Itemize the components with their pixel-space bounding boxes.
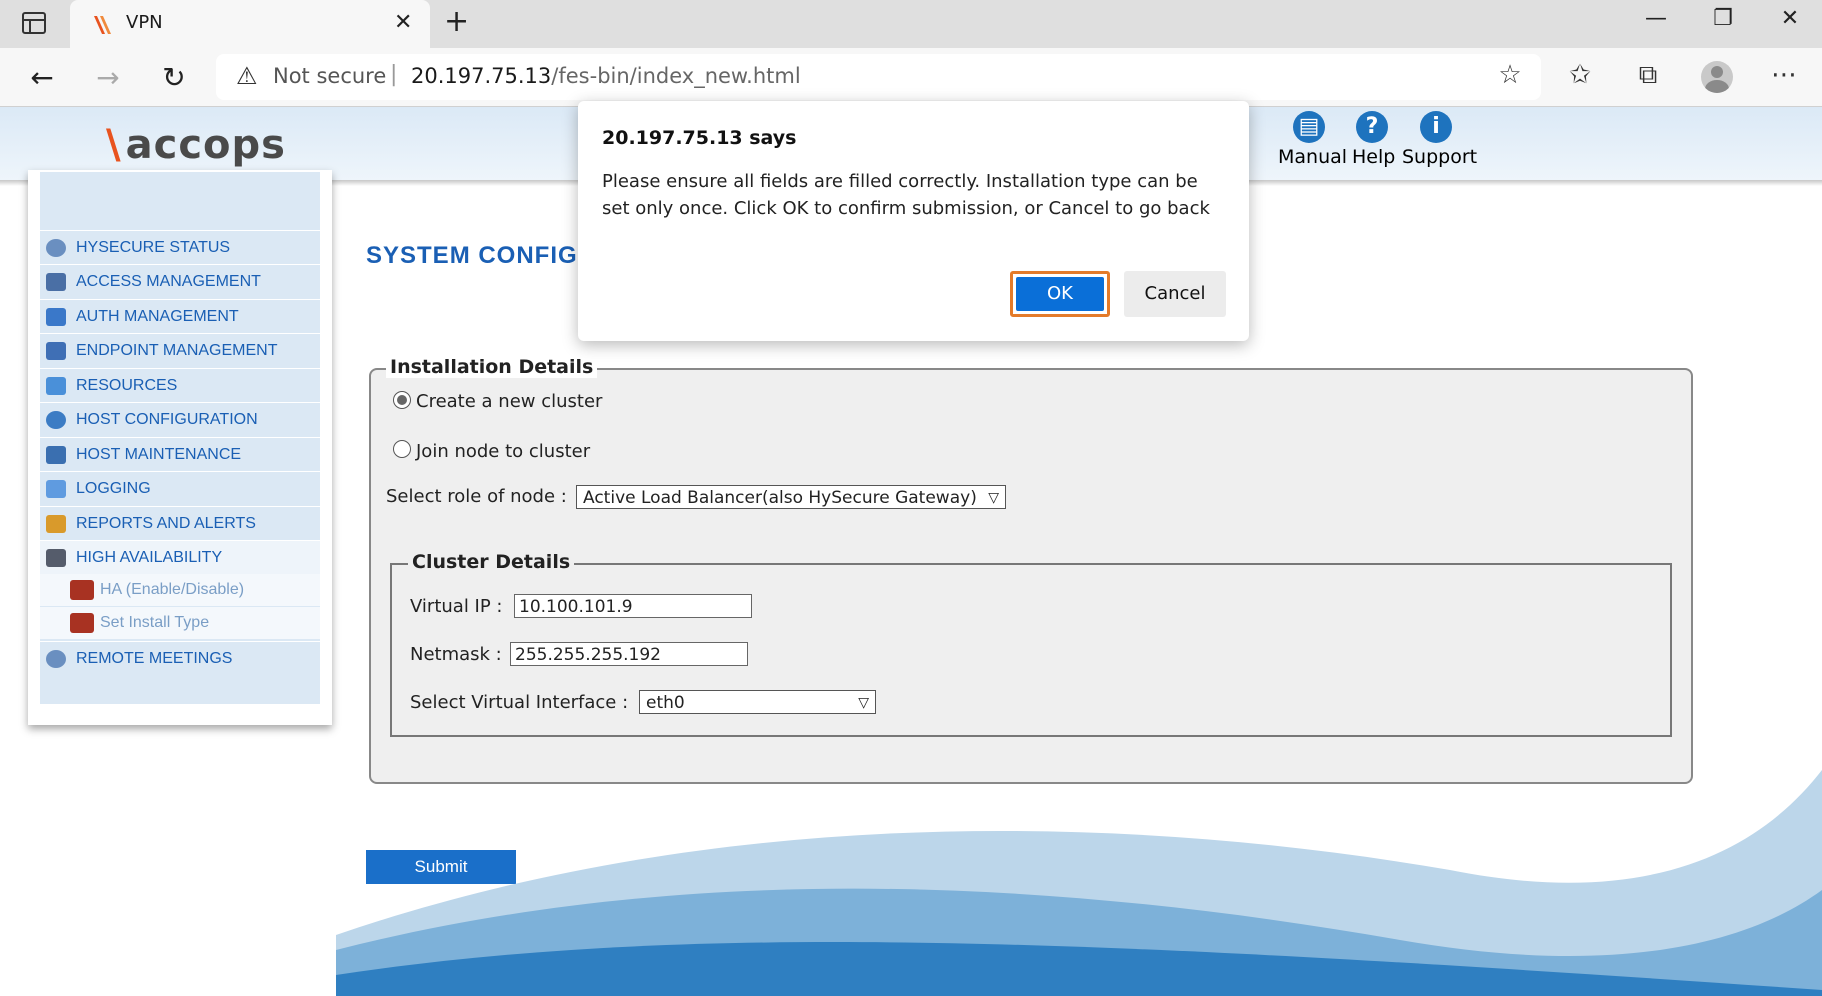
sidebar-item-logging[interactable]: LOGGING — [40, 471, 320, 506]
virtual-ip-input[interactable]: 10.100.101.9 — [514, 594, 752, 618]
sidebar-item-label: RESOURCES — [76, 377, 178, 394]
users-icon — [70, 580, 94, 600]
profile-icon[interactable] — [1701, 61, 1733, 93]
sidebar-item-host-maintenance[interactable]: HOST MAINTENANCE — [40, 437, 320, 472]
url-separator: | — [390, 62, 398, 87]
virtual-interface-value: eth0 — [646, 693, 685, 713]
tab-close-icon[interactable]: ✕ — [394, 10, 412, 35]
sidebar-item-label: LOGGING — [76, 480, 151, 497]
tab-title: VPN — [126, 12, 163, 33]
more-icon[interactable]: ⋯ — [1764, 60, 1804, 90]
sidebar-item-high-availability[interactable]: HIGH AVAILABILITY — [40, 540, 320, 575]
scale-icon — [46, 342, 66, 360]
chevron-down-icon: ▽ — [988, 490, 999, 506]
help-link[interactable]: Help — [1352, 146, 1395, 168]
accops-favicon-icon — [94, 16, 111, 34]
favorites-icon[interactable]: ✩ — [1560, 60, 1600, 90]
forward-icon[interactable]: → — [88, 58, 128, 98]
meetings-icon — [46, 650, 66, 668]
virtual-ip-label: Virtual IP : — [410, 596, 503, 617]
maximize-icon[interactable]: ❐ — [1703, 6, 1743, 31]
support-link[interactable]: Support — [1402, 146, 1477, 168]
minimize-icon[interactable]: — — [1636, 6, 1676, 31]
virtual-interface-select[interactable]: eth0 ▽ — [639, 690, 876, 714]
warning-icon[interactable]: ⚠ — [236, 62, 258, 90]
ok-button[interactable]: OK — [1010, 271, 1110, 317]
sidebar-item-label: HOST CONFIGURATION — [76, 411, 258, 428]
add-favorite-icon[interactable]: ☆ — [1490, 60, 1530, 90]
sidebar-item-remote-meetings[interactable]: REMOTE MEETINGS — [40, 641, 320, 676]
cluster-details-legend: Cluster Details — [408, 551, 575, 573]
sidebar-subitem-label: Set Install Type — [100, 614, 210, 631]
sidebar-item-label: HOST MAINTENANCE — [76, 446, 242, 463]
refresh-icon[interactable]: ↻ — [154, 58, 194, 98]
cancel-button[interactable]: Cancel — [1124, 271, 1226, 317]
status-icon — [46, 239, 66, 257]
sidebar-item-endpoint-management[interactable]: ENDPOINT MANAGEMENT — [40, 333, 320, 368]
help-icon[interactable]: ? — [1356, 111, 1388, 143]
netmask-label: Netmask : — [410, 644, 502, 665]
role-label: Select role of node : — [386, 486, 567, 507]
netmask-input[interactable]: 255.255.255.192 — [510, 642, 748, 666]
sidebar-subitem-ha-enable-disable[interactable]: HA (Enable/Disable) — [40, 574, 320, 606]
network-icon — [46, 549, 66, 567]
back-icon[interactable]: ← — [22, 58, 62, 98]
manual-icon[interactable]: ▤ — [1293, 111, 1325, 143]
sidebar-item-host-configuration[interactable]: HOST CONFIGURATION — [40, 402, 320, 437]
role-select[interactable]: Active Load Balancer(also HySecure Gatew… — [576, 485, 1006, 509]
manual-link[interactable]: Manual — [1278, 146, 1347, 168]
calendar-icon — [46, 480, 66, 498]
virtual-interface-label: Select Virtual Interface : — [410, 692, 629, 713]
sidebar-item-label: AUTH MANAGEMENT — [76, 308, 239, 325]
url-text[interactable]: 20.197.75.13/fes-bin/index_new.html — [411, 64, 801, 88]
join-cluster-label[interactable]: Join node to cluster — [416, 441, 590, 462]
window-close-icon[interactable]: ✕ — [1770, 6, 1810, 31]
lock-icon — [46, 308, 66, 326]
maintenance-icon — [46, 446, 66, 464]
access-icon — [46, 273, 66, 291]
bar-chart-icon — [46, 515, 66, 533]
background-waves — [336, 770, 1822, 996]
logo-text: accops — [125, 122, 286, 168]
join-cluster-radio[interactable] — [393, 440, 411, 458]
resources-icon — [46, 377, 66, 395]
tab-actions-icon[interactable] — [22, 12, 46, 34]
not-secure-label[interactable]: Not secure — [273, 64, 386, 88]
sidebar-item-auth-management[interactable]: AUTH MANAGEMENT — [40, 299, 320, 334]
sidebar-item-label: HIGH AVAILABILITY — [76, 549, 223, 566]
role-select-value: Active Load Balancer(also HySecure Gatew… — [583, 488, 977, 508]
sidebar-subitem-label: HA (Enable/Disable) — [100, 581, 245, 598]
ok-button-label[interactable]: OK — [1016, 277, 1104, 311]
dialog-title: 20.197.75.13 says — [602, 127, 797, 149]
installation-details-legend: Installation Details — [386, 356, 598, 378]
sidebar-item-hysecure-status[interactable]: HYSECURE STATUS — [40, 230, 320, 265]
dialog-message: Please ensure all fields are filled corr… — [602, 171, 1210, 219]
sidebar-item-label: REPORTS AND ALERTS — [76, 515, 256, 532]
sidebar-item-resources[interactable]: RESOURCES — [40, 368, 320, 403]
users-icon — [70, 613, 94, 633]
page-title: SYSTEM CONFIG — [366, 242, 578, 269]
sidebar-item-label: ENDPOINT MANAGEMENT — [76, 342, 278, 359]
logo-mark-icon: \ — [106, 122, 122, 168]
sidebar-item-label: HYSECURE STATUS — [76, 239, 231, 256]
new-tab-icon[interactable]: + — [444, 4, 469, 39]
url-path: /fes-bin/index_new.html — [551, 64, 801, 88]
info-icon[interactable]: i — [1420, 111, 1452, 143]
sidebar-item-access-management[interactable]: ACCESS MANAGEMENT — [40, 264, 320, 299]
create-cluster-label[interactable]: Create a new cluster — [416, 391, 602, 412]
sidebar-item-reports-and-alerts[interactable]: REPORTS AND ALERTS — [40, 506, 320, 541]
accops-logo: \ accops — [106, 122, 286, 168]
browser-tab[interactable] — [70, 0, 430, 48]
collections-icon[interactable]: ⧉ — [1628, 60, 1668, 91]
sidebar-item-label: ACCESS MANAGEMENT — [76, 273, 261, 290]
chevron-down-icon: ▽ — [858, 695, 869, 711]
sidebar-item-label: REMOTE MEETINGS — [76, 650, 233, 667]
create-cluster-radio[interactable] — [393, 391, 411, 409]
gear-icon — [46, 411, 66, 429]
sidebar-subitem-set-install-type[interactable]: Set Install Type — [40, 607, 320, 639]
url-host: 20.197.75.13 — [411, 64, 552, 88]
